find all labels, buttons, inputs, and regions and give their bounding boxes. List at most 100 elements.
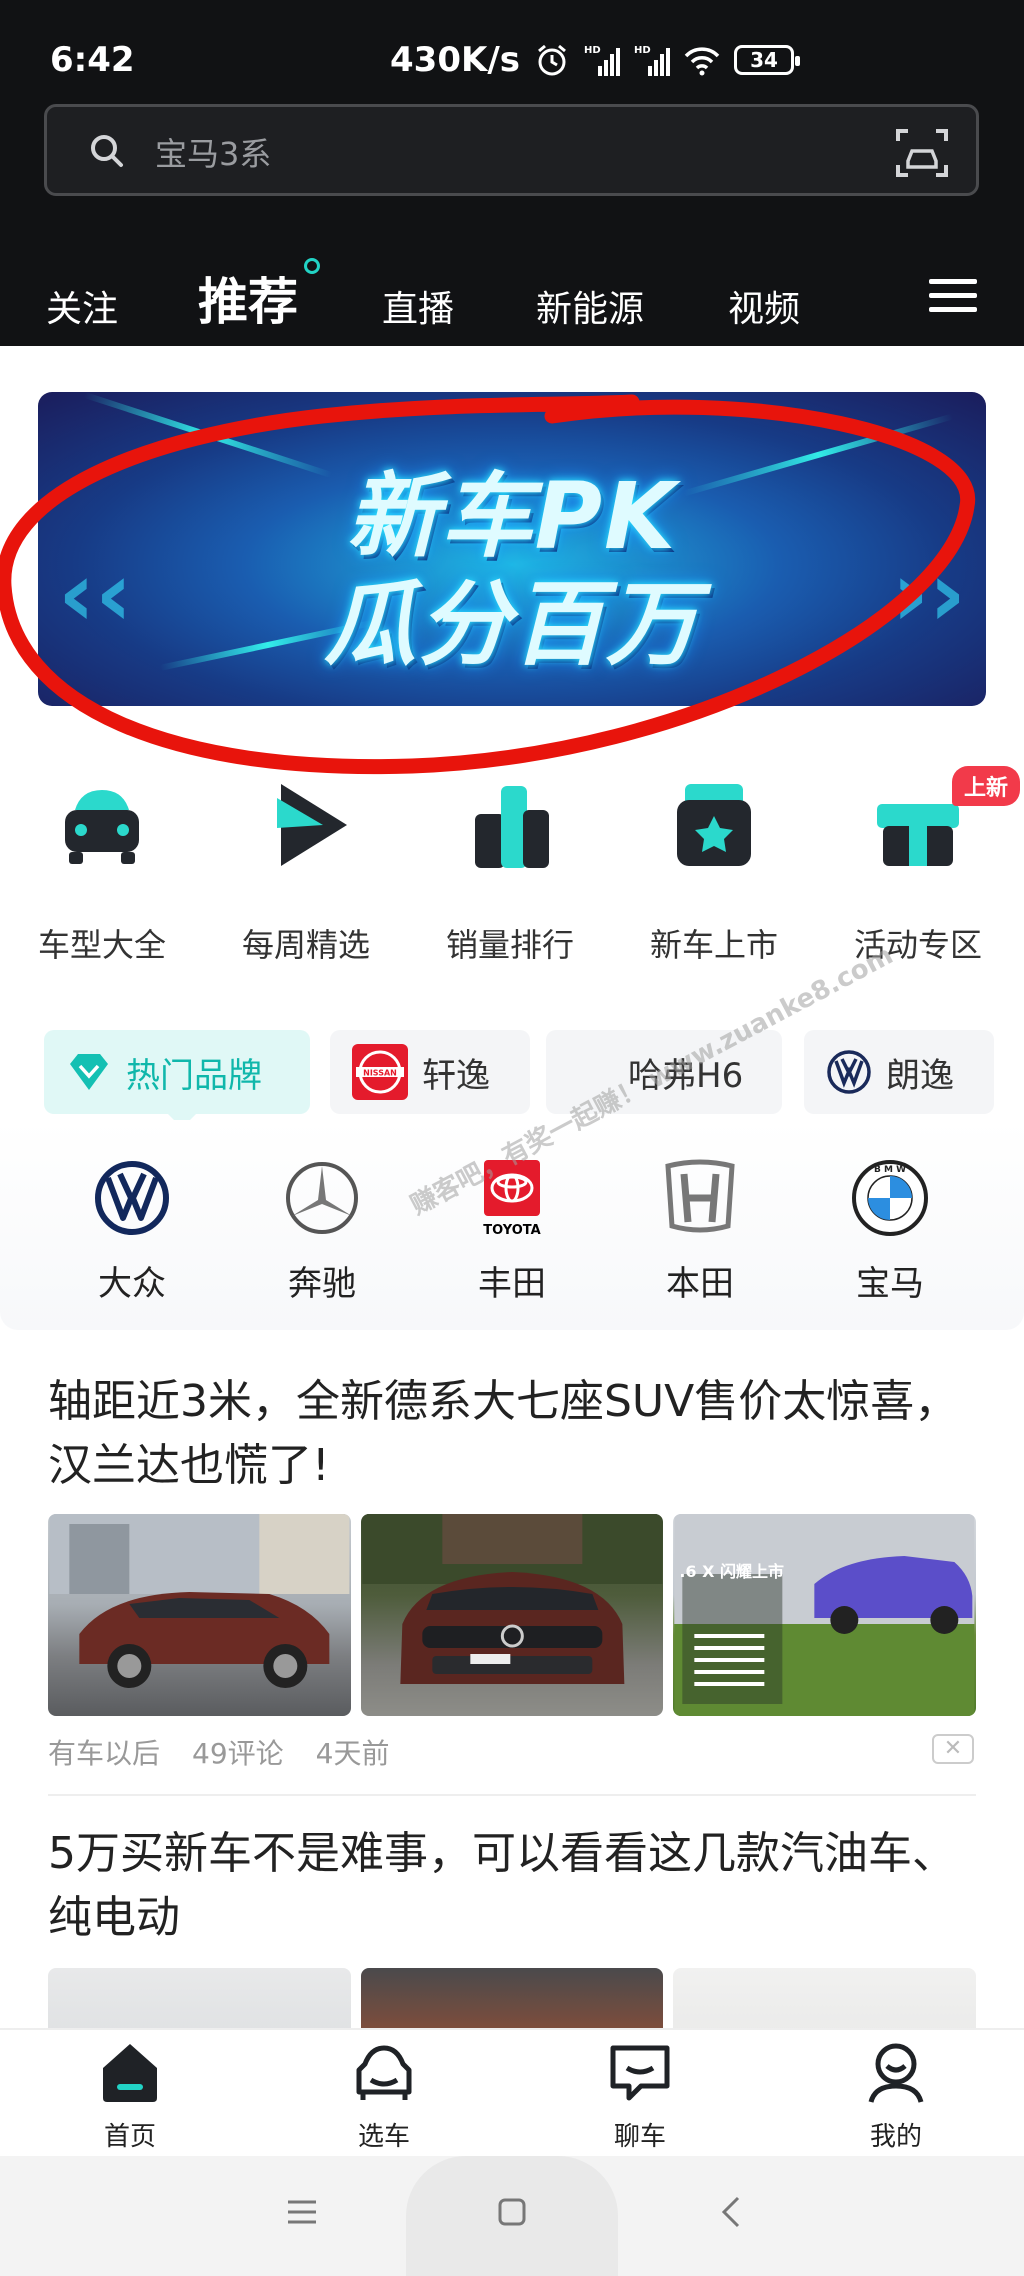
bottom-navigation: 首页 选车 聊车 我的 xyxy=(0,2028,1024,2156)
status-time: 6:42 xyxy=(50,40,135,80)
channel-tabs: 关注 推荐 直播 新能源 视频 xyxy=(0,258,1024,342)
app-screen: { "status_bar": {"time": "6:42", "speed"… xyxy=(0,0,1024,2276)
article-title[interactable]: 轴距近3米，全新德系大七座SUV售价太惊喜，汉兰达也慌了! xyxy=(48,1370,976,1498)
chip-label: 热门品牌 xyxy=(126,1055,262,1096)
vw-logo xyxy=(95,1161,169,1235)
network-speed: 430K/s xyxy=(390,40,520,80)
new-badge: 上新 xyxy=(951,766,1020,806)
divider xyxy=(48,1794,976,1796)
diamond-icon xyxy=(70,1054,108,1090)
article-time: 4天前 xyxy=(315,1737,390,1770)
tab-recommend-label: 推荐 xyxy=(198,273,298,331)
entry-label: 每周精选 xyxy=(241,926,370,964)
chat-icon xyxy=(610,2045,670,2101)
entry-label: 销量排行 xyxy=(445,926,574,964)
poster-caption: .6 X 闪耀上市 xyxy=(679,1562,785,1581)
brand-name: 宝马 xyxy=(856,1264,924,1304)
tab-new-energy[interactable]: 新能源 xyxy=(536,280,644,332)
entry-weekly-picks[interactable]: 每周精选 xyxy=(206,770,406,970)
chip-hot-brands[interactable]: 热门品牌 xyxy=(44,1030,310,1128)
suv-side-image xyxy=(49,1514,350,1688)
nav-label: 选车 xyxy=(357,2122,410,2152)
entry-sales-ranking[interactable]: 销量排行 xyxy=(410,770,610,970)
thumbnail-image[interactable] xyxy=(48,1514,351,1716)
chip-label: 朗逸 xyxy=(886,1055,954,1096)
scan-icon[interactable] xyxy=(894,125,950,181)
recent-apps-icon[interactable] xyxy=(282,2192,322,2232)
brand-name: 本田 xyxy=(666,1264,734,1304)
nav-home[interactable]: 首页 xyxy=(50,2040,210,2153)
car-front-icon xyxy=(65,790,139,864)
launch-poster-image xyxy=(674,1514,975,1716)
entry-label: 新车上市 xyxy=(649,926,778,964)
entry-new-cars[interactable]: 新车上市 xyxy=(614,770,814,970)
bar-chart-icon xyxy=(475,786,549,868)
entry-label: 车型大全 xyxy=(37,926,166,964)
signal-2-icon: HD xyxy=(634,45,670,76)
entry-activities[interactable]: 上新 活动专区 xyxy=(818,766,1020,970)
nav-chat[interactable]: 聊车 xyxy=(560,2040,720,2153)
article-card[interactable]: 5万买新车不是难事，可以看看这几款汽油车、纯电动 xyxy=(48,1822,976,2028)
thumbnail-image[interactable] xyxy=(360,1968,664,2028)
article-thumbnails xyxy=(48,1968,976,2028)
svg-text:B M W: B M W xyxy=(874,1165,906,1175)
search-placeholder[interactable]: 宝马3系 xyxy=(155,129,271,175)
brand-name: 奔驰 xyxy=(288,1264,356,1304)
brand-chips: 热门品牌 NISSAN 轩逸 哈弗H6 朗逸 xyxy=(0,1030,1024,1128)
article-comments: 49评论 xyxy=(192,1737,284,1770)
search-bar[interactable]: 宝马3系 xyxy=(44,104,979,196)
nav-label: 聊车 xyxy=(613,2122,666,2152)
brand-name: 丰田 xyxy=(478,1264,546,1304)
home-icon xyxy=(103,2044,157,2102)
nav-label: 首页 xyxy=(103,2122,156,2152)
dismiss-icon[interactable]: ✕ xyxy=(932,1734,974,1764)
status-bar: 6:42 430K/s HD HD 34 xyxy=(0,30,1024,94)
system-navigation-bar xyxy=(0,2156,1024,2276)
thumbnail-image[interactable] xyxy=(360,1514,664,1716)
car-select-icon xyxy=(356,2045,412,2100)
menu-icon[interactable] xyxy=(918,270,988,332)
brand-honda[interactable]: 本田 xyxy=(620,1158,780,1305)
chip-label: 轩逸 xyxy=(422,1055,490,1096)
brand-mercedes[interactable]: 奔驰 xyxy=(242,1158,402,1305)
thumbnail-image[interactable] xyxy=(673,1968,976,2028)
vw-logo xyxy=(827,1050,871,1094)
thumbnail-image[interactable] xyxy=(48,1968,351,2028)
article-card[interactable]: 轴距近3米，全新德系大七座SUV售价太惊喜，汉兰达也慌了! .6 X 闪耀上市 … xyxy=(48,1370,977,1790)
chip-lavida[interactable]: 朗逸 xyxy=(804,1030,994,1114)
alarm-icon xyxy=(538,44,566,76)
tab-video[interactable]: 视频 xyxy=(728,280,800,332)
article-source[interactable]: 有车以后 xyxy=(48,1732,160,1772)
nav-select-car[interactable]: 选车 xyxy=(304,2040,464,2153)
wifi-icon xyxy=(684,47,720,76)
svg-text:HD: HD xyxy=(634,45,651,56)
tab-follow[interactable]: 关注 xyxy=(46,280,118,332)
mercedes-logo xyxy=(286,1162,358,1234)
brand-vw[interactable]: 大众 xyxy=(52,1158,212,1305)
svg-text:NISSAN: NISSAN xyxy=(363,1069,397,1078)
article-meta: 有车以后 49评论 4天前 xyxy=(48,1732,389,1772)
play-icon xyxy=(277,784,347,866)
brand-bmw[interactable]: B M W 宝马 xyxy=(810,1158,970,1305)
search-icon xyxy=(91,135,123,167)
banner-title-line2: 瓜分百万 xyxy=(323,571,700,678)
back-icon[interactable] xyxy=(712,2192,752,2232)
article-thumbnails: .6 X 闪耀上市 xyxy=(48,1514,977,1716)
thumbnail-image[interactable]: .6 X 闪耀上市 xyxy=(673,1514,977,1716)
nissan-logo: NISSAN xyxy=(352,1044,408,1100)
entry-car-models[interactable]: 车型大全 xyxy=(2,770,202,970)
nav-label: 我的 xyxy=(869,2122,922,2152)
home-button-icon[interactable] xyxy=(492,2192,532,2232)
tab-recommend[interactable]: 推荐 xyxy=(198,258,320,334)
brand-name: 大众 xyxy=(98,1264,166,1304)
star-box-icon xyxy=(677,784,751,866)
article-title[interactable]: 5万买新车不是难事，可以看看这几款汽油车、纯电动 xyxy=(48,1822,976,1950)
tab-live[interactable]: 直播 xyxy=(382,280,454,332)
signal-1-icon: HD xyxy=(584,45,620,76)
promo-banner[interactable]: ‹‹ ›› 新车PK 瓜分百万 xyxy=(38,392,986,706)
top-header: 6:42 430K/s HD HD 34 宝马3系 关注 推荐 直播 新能源 视… xyxy=(0,0,1024,346)
status-icons: 430K/s HD HD 34 xyxy=(390,40,800,80)
nav-mine[interactable]: 我的 xyxy=(816,2040,976,2153)
bmw-logo: B M W xyxy=(852,1160,928,1236)
chip-sylphy[interactable]: NISSAN 轩逸 xyxy=(330,1030,530,1114)
